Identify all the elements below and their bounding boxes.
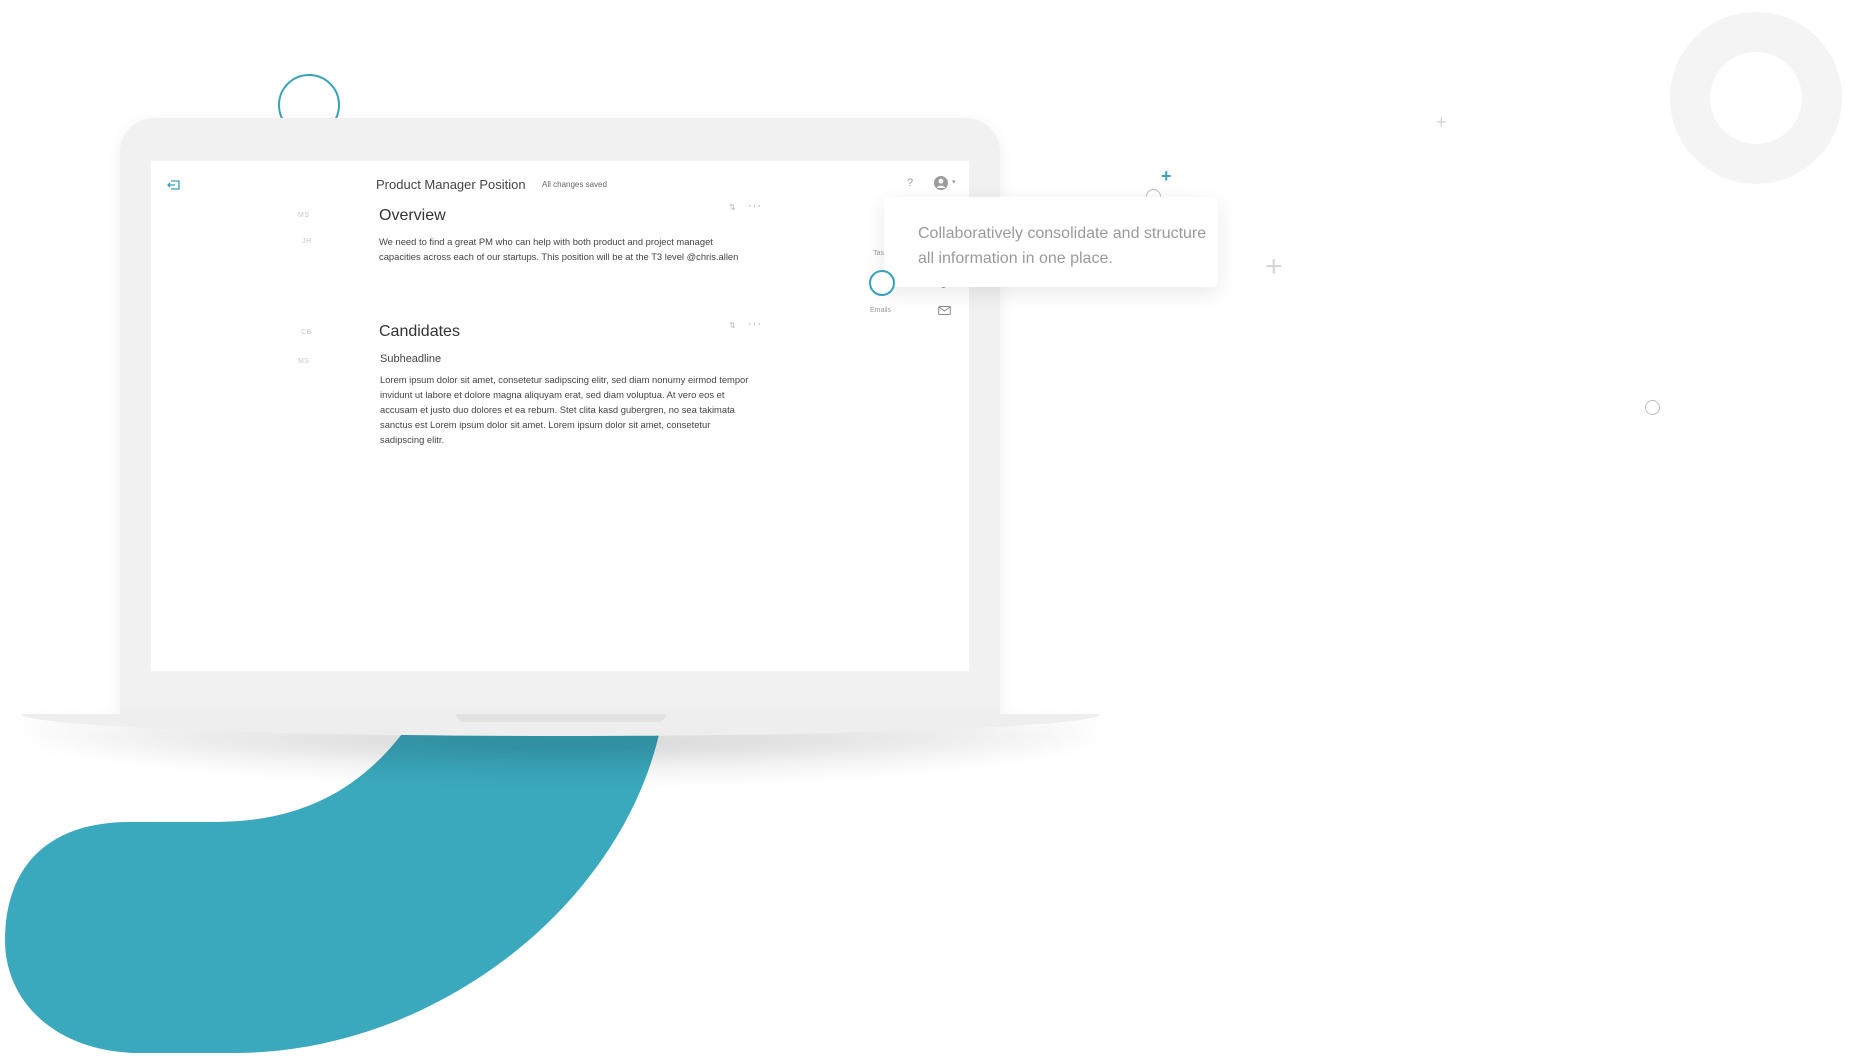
- back-icon[interactable]: [167, 179, 181, 191]
- plus-icon: +: [1161, 166, 1172, 186]
- author-initials: CB: [301, 329, 312, 336]
- plus-icon: +: [1265, 250, 1283, 283]
- tooltip-text: Collaboratively consolidate and structur…: [918, 225, 1207, 267]
- decorative-circle: [1645, 400, 1660, 415]
- plus-icon: +: [1436, 112, 1447, 132]
- reorder-icon[interactable]: ⇅: [729, 321, 736, 330]
- subheadline[interactable]: Subheadline: [380, 353, 441, 365]
- decorative-ring: [1670, 12, 1842, 184]
- avatar[interactable]: [934, 176, 948, 190]
- laptop-notch: [456, 714, 666, 722]
- reorder-icon[interactable]: ⇅: [729, 203, 736, 212]
- document-title[interactable]: Product Manager Position: [376, 177, 526, 192]
- sidebar-item-emails-label[interactable]: Emails: [831, 307, 891, 314]
- app-screen: Product Manager Position All changes sav…: [151, 161, 969, 671]
- section-paragraph[interactable]: We need to find a great PM who can help …: [379, 234, 749, 264]
- help-icon[interactable]: ?: [907, 177, 913, 189]
- user-icon: [936, 178, 946, 188]
- envelope-icon[interactable]: [938, 305, 951, 316]
- hotspot-marker[interactable]: [869, 270, 895, 296]
- sidebar-item-tasks-label[interactable]: Tasks: [831, 250, 891, 257]
- chevron-down-icon[interactable]: ▾: [952, 178, 956, 186]
- author-initials: MS: [298, 212, 310, 219]
- author-initials: JH: [302, 238, 312, 245]
- save-status: All changes saved: [542, 180, 607, 189]
- more-icon[interactable]: ···: [748, 200, 762, 212]
- section-paragraph[interactable]: Lorem ipsum dolor sit amet, consetetur s…: [380, 372, 750, 447]
- section-heading[interactable]: Candidates: [379, 323, 460, 341]
- author-initials: MS: [298, 358, 310, 365]
- more-icon[interactable]: ···: [748, 318, 762, 330]
- section-heading[interactable]: Overview: [379, 207, 446, 225]
